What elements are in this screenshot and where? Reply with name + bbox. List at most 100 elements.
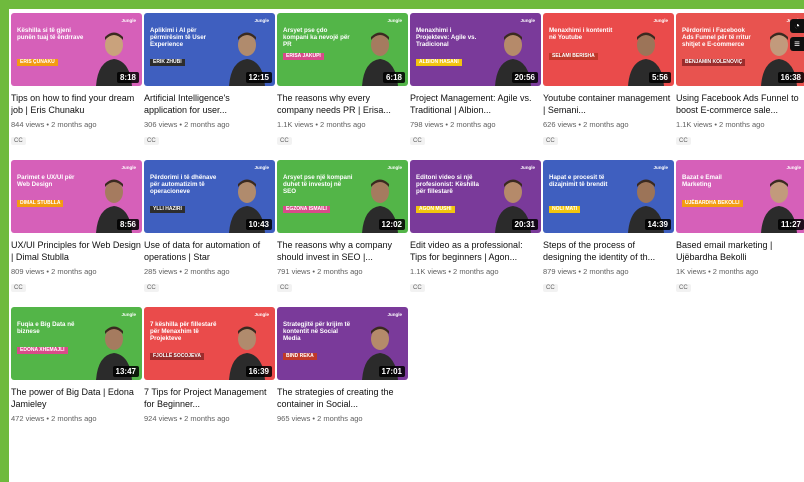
thumbnail-title: Arsyet pse çdo kompani ka nevojë për PR: [283, 27, 350, 48]
duration-badge: 6:18: [382, 72, 405, 83]
video-title[interactable]: Artificial Intelligence's application fo…: [144, 92, 275, 116]
duration-badge: 8:56: [116, 219, 139, 230]
add-to-queue-button[interactable]: ≡: [790, 37, 804, 51]
video-thumbnail[interactable]: Jungle Editoni video si një profesionist:…: [410, 160, 541, 233]
thumbnail-title: 7 këshilla për fillestarë për Menaxhim t…: [150, 321, 217, 342]
more-actions-icon[interactable]: ⋮: [800, 99, 804, 108]
thumbnail-title: Aplikimi i AI për përmirësim të User Exp…: [150, 27, 207, 48]
thumbnail-title: Fuqia e Big Data në biznese: [17, 321, 75, 335]
video-card[interactable]: Jungle Strategjitë për krijim të kontenti…: [277, 307, 408, 423]
video-card[interactable]: Jungle Menaxhimi i kontentit në Youtube SE…: [543, 13, 674, 147]
video-title[interactable]: The strategies of creating the container…: [277, 386, 408, 410]
video-card[interactable]: Jungle Fuqia e Big Data në biznese EDONA X…: [11, 307, 142, 423]
video-meta: 1.1K views • 2 months ago: [410, 267, 499, 276]
brand-logo: Jungle: [387, 312, 402, 317]
video-title[interactable]: Tips on how to find your dream job | Eri…: [11, 92, 142, 116]
speaker-name-tag: YLLI HAZIRI: [150, 206, 185, 213]
speaker-name-tag: UJËBARDHA BEKOLLI: [682, 200, 743, 207]
video-card[interactable]: Jungle Arsyet pse çdo kompani ka nevojë p…: [277, 13, 408, 147]
video-grid-panel: Jungle Këshilla si të gjeni punën tuaj të…: [9, 9, 804, 482]
playlist-add-icon: ≡: [794, 38, 800, 50]
video-card[interactable]: Jungle Këshilla si të gjeni punën tuaj të…: [11, 13, 142, 147]
duration-badge: 11:27: [777, 219, 804, 230]
cc-badge: CC: [144, 137, 159, 145]
video-card[interactable]: Jungle Bazat e Email Marketing UJËBARDHA B…: [676, 160, 804, 294]
duration-badge: 16:38: [777, 72, 804, 83]
clock-icon: ◔: [793, 20, 801, 32]
brand-logo: Jungle: [254, 18, 269, 23]
thumbnail-title: Menaxhimi i kontentit në Youtube: [549, 27, 613, 41]
thumbnail-title: Bazat e Email Marketing: [682, 174, 722, 188]
brand-logo: Jungle: [653, 165, 668, 170]
video-meta: 809 views • 2 months ago: [11, 267, 97, 276]
video-title[interactable]: Using Facebook Ads Funnel to boost E-com…: [676, 92, 804, 116]
speaker-name-tag: AGON MUSHI: [416, 206, 455, 213]
video-card[interactable]: Jungle Arsyet pse një kompani duhet të in…: [277, 160, 408, 294]
video-thumbnail[interactable]: JunglePërdorimi i Facebook Ads Funnel pë…: [676, 13, 804, 86]
brand-logo: Jungle: [520, 165, 535, 170]
video-card[interactable]: Jungle Editoni video si një profesionist:…: [410, 160, 541, 294]
video-meta: 306 views • 2 months ago: [144, 120, 230, 129]
video-card[interactable]: Jungle Parimet e UX/UI për Web Design DIMA…: [11, 160, 142, 294]
video-thumbnail[interactable]: Jungle Këshilla si të gjeni punën tuaj të…: [11, 13, 142, 86]
cc-badge: CC: [543, 284, 558, 292]
video-thumbnail[interactable]: Jungle Aplikimi i AI për përmirësim të Us…: [144, 13, 275, 86]
speaker-name-tag: DIMAL STUBLLA: [17, 200, 64, 207]
video-card[interactable]: Jungle Menaxhimi i Projekteve: Agile vs. …: [410, 13, 541, 147]
video-thumbnail[interactable]: Jungle Fuqia e Big Data në biznese EDONA X…: [11, 307, 142, 380]
thumbnail-title: Hapat e procesit të dizajnimit të brendi…: [549, 174, 608, 188]
thumbnail-title: Strategjitë për krijim të kontentit në S…: [283, 321, 351, 342]
brand-logo: Jungle: [786, 165, 801, 170]
video-title[interactable]: The reasons why a company should invest …: [277, 239, 408, 263]
video-title[interactable]: The reasons why every company needs PR |…: [277, 92, 408, 116]
video-title[interactable]: Use of data for automation of operations…: [144, 239, 275, 263]
brand-logo: Jungle: [121, 165, 136, 170]
watch-later-button[interactable]: ◔: [790, 19, 804, 33]
video-title[interactable]: UX/UI Principles for Web Design | Dimal …: [11, 239, 142, 263]
speaker-name-tag: FJOLLË SOCOJEVA: [150, 353, 204, 360]
video-card[interactable]: Jungle Hapat e procesit të dizajnimit të …: [543, 160, 674, 294]
thumbnail-title: Parimet e UX/UI për Web Design: [17, 174, 75, 188]
video-thumbnail[interactable]: Jungle Përdorimi i të dhënave për automat…: [144, 160, 275, 233]
video-meta: 285 views • 2 months ago: [144, 267, 230, 276]
duration-badge: 12:02: [378, 219, 405, 230]
video-card[interactable]: Jungle 7 këshilla për fillestarë për Mena…: [144, 307, 275, 423]
video-title[interactable]: Youtube container management | Semani...: [543, 92, 674, 116]
video-thumbnail[interactable]: Jungle Menaxhimi i Projekteve: Agile vs. …: [410, 13, 541, 86]
duration-badge: 12:15: [245, 72, 272, 83]
video-thumbnail[interactable]: Jungle Arsyet pse çdo kompani ka nevojë p…: [277, 13, 408, 86]
video-card[interactable]: Jungle Aplikimi i AI për përmirësim të Us…: [144, 13, 275, 147]
video-title[interactable]: The power of Big Data | Edona Jamieley: [11, 386, 142, 410]
video-thumbnail[interactable]: Jungle 7 këshilla për fillestarë për Mena…: [144, 307, 275, 380]
video-title[interactable]: Project Management: Agile vs. Traditiona…: [410, 92, 541, 116]
video-title[interactable]: Edit video as a professional: Tips for b…: [410, 239, 541, 263]
thumbnail-title: Menaxhimi i Projekteve: Agile vs. Tradic…: [416, 27, 477, 48]
video-meta: 1.1K views • 2 months ago: [277, 120, 366, 129]
video-meta: 924 views • 2 months ago: [144, 414, 230, 423]
video-card[interactable]: Jungle Përdorimi i të dhënave për automat…: [144, 160, 275, 294]
brand-logo: Jungle: [254, 165, 269, 170]
video-thumbnail[interactable]: Jungle Parimet e UX/UI për Web Design DIMA…: [11, 160, 142, 233]
video-thumbnail[interactable]: Jungle Arsyet pse një kompani duhet të in…: [277, 160, 408, 233]
video-title[interactable]: Steps of the process of designing the id…: [543, 239, 674, 263]
speaker-name-tag: BENJAMIN KOLENOVIÇ: [682, 59, 746, 66]
duration-badge: 13:47: [112, 366, 139, 377]
duration-badge: 8:18: [116, 72, 139, 83]
video-meta: 879 views • 2 months ago: [543, 267, 629, 276]
speaker-name-tag: ERISA JAKUPI: [283, 53, 324, 60]
video-thumbnail[interactable]: Jungle Strategjitë për krijim të kontenti…: [277, 307, 408, 380]
video-thumbnail[interactable]: Jungle Hapat e procesit të dizajnimit të …: [543, 160, 674, 233]
video-thumbnail[interactable]: Jungle Menaxhimi i kontentit në Youtube SE…: [543, 13, 674, 86]
thumbnail-title: Editoni video si një profesionist: Këshi…: [416, 174, 479, 195]
video-title[interactable]: 7 Tips for Project Management for Beginn…: [144, 386, 275, 410]
video-card[interactable]: JunglePërdorimi i Facebook Ads Funnel pë…: [676, 13, 804, 147]
cc-badge: CC: [277, 284, 292, 292]
duration-badge: 16:39: [245, 366, 272, 377]
video-title[interactable]: Based email marketing | Ujëbardha Bekoll…: [676, 239, 804, 263]
speaker-name-tag: ERIK ZHUBI: [150, 59, 185, 66]
video-thumbnail[interactable]: Jungle Bazat e Email Marketing UJËBARDHA B…: [676, 160, 804, 233]
brand-logo: Jungle: [254, 312, 269, 317]
video-meta: 798 views • 2 months ago: [410, 120, 496, 129]
thumbnail-title: Këshilla si të gjeni punën tuaj të ëndrr…: [17, 27, 84, 41]
video-meta: 844 views • 2 months ago: [11, 120, 97, 129]
